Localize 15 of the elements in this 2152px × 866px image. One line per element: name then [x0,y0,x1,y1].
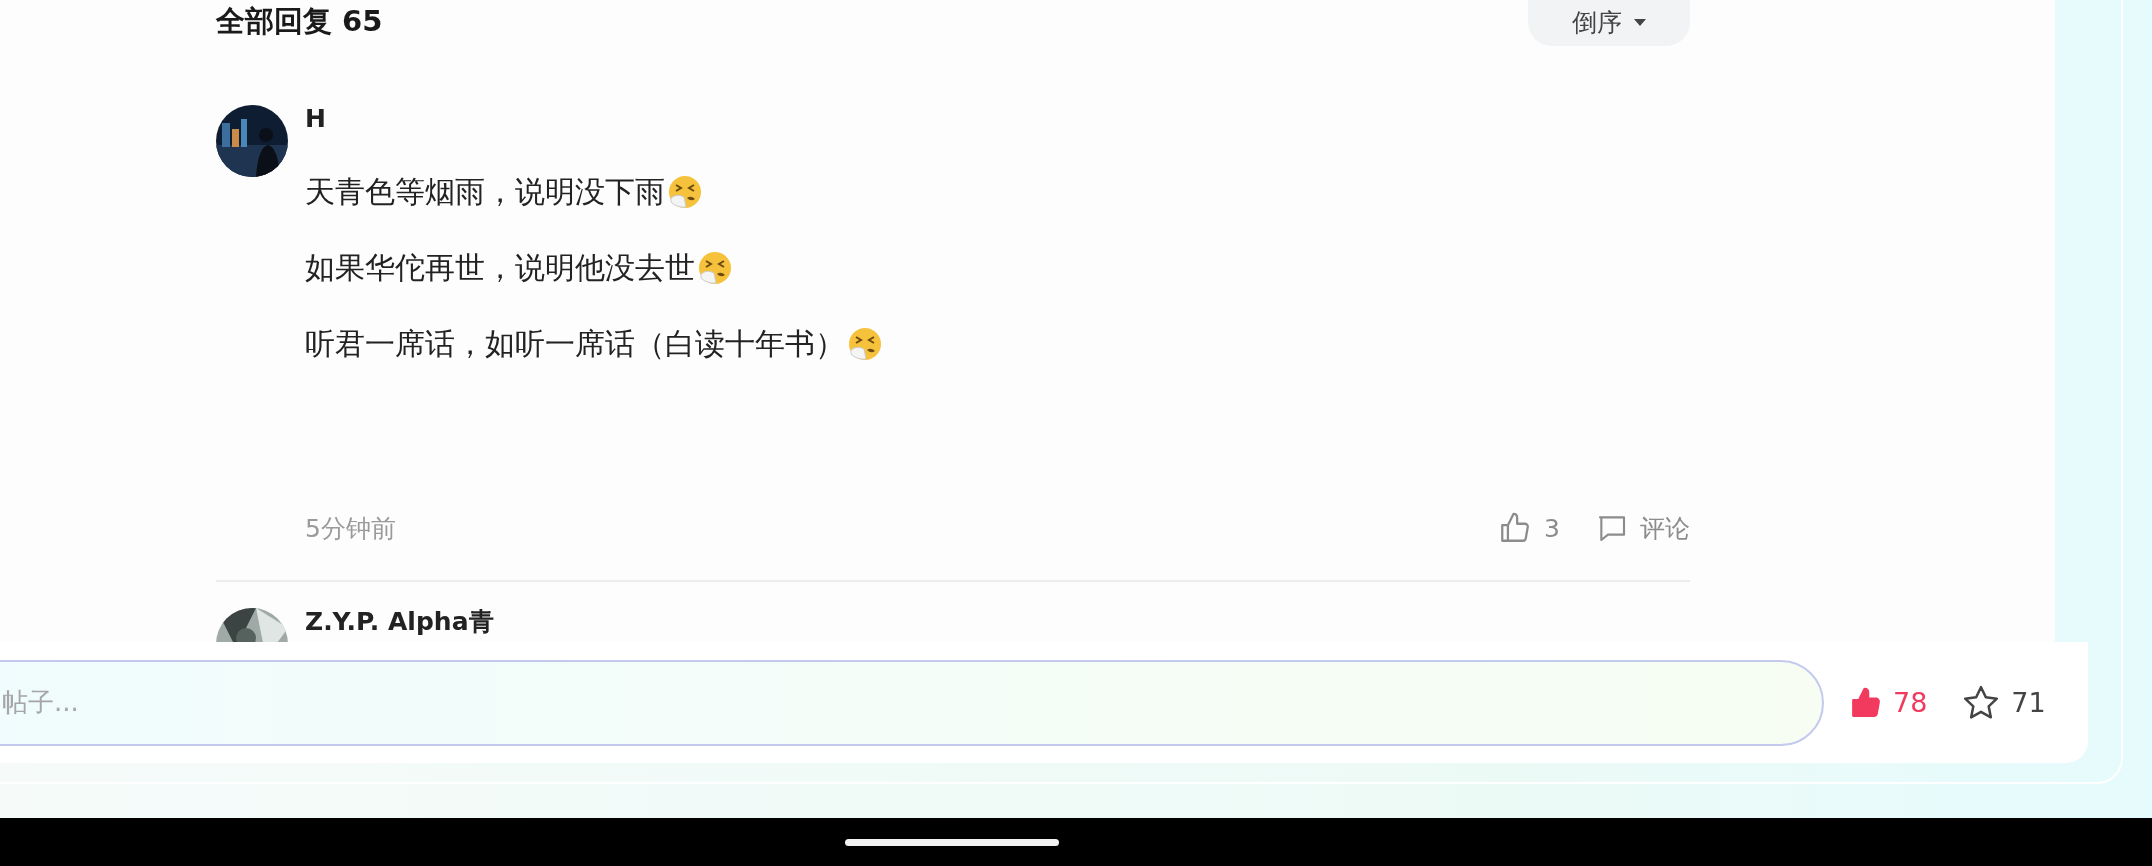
thumbs-up-icon [1849,685,1883,720]
replies-title: 全部回复 65 [216,3,383,40]
caret-icon [1634,18,1646,27]
author-name: Z.Y.P. Alpha青 [305,608,495,636]
author-name: H [305,105,327,133]
like-button[interactable]: 3 [1498,511,1560,545]
timestamp: 5分钟前 [305,512,396,545]
favorite-button[interactable]: 71 [1961,682,2046,723]
comment-line: 如果华佗再世，说明他没去世 [305,248,695,287]
post-like-button[interactable]: 78 [1849,685,1928,720]
comment-line: 天青色等烟雨，说明没下雨 [305,172,665,211]
comment-button[interactable]: 评论 [1596,511,1690,545]
reply-input[interactable]: 帖子... [0,659,1824,746]
comment-line: 听君一席话，如听一席话（白读十年书） [305,324,845,363]
sort-button[interactable]: 倒序 [1528,0,1690,46]
